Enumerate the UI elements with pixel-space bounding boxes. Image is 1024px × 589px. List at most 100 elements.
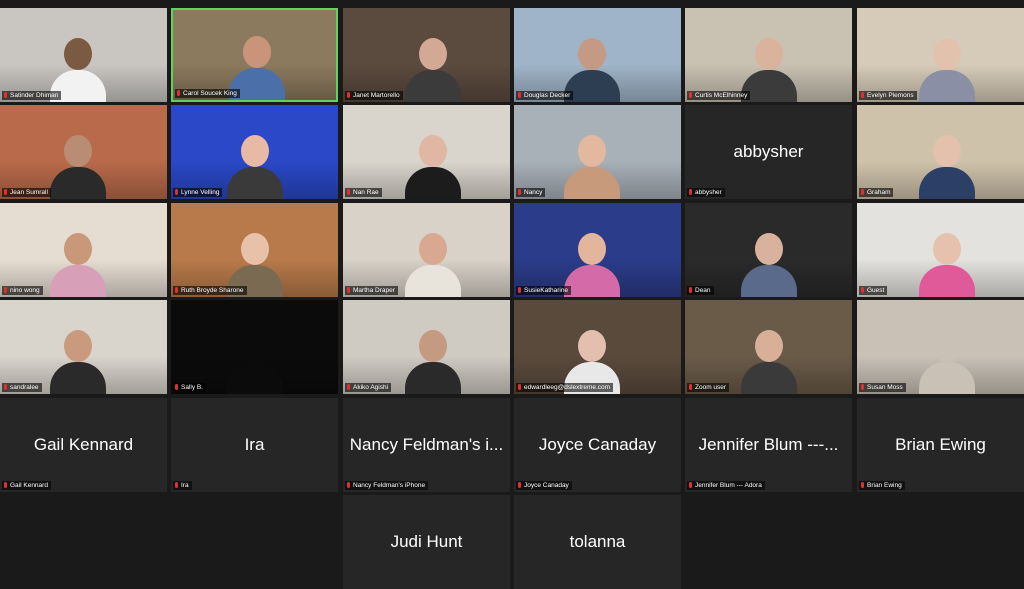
participant-tile[interactable]: Curtis McElhinney bbox=[685, 8, 852, 102]
participant-tile[interactable]: Satinder Dhiman bbox=[0, 8, 167, 102]
microphone-muted-icon bbox=[4, 189, 7, 195]
participant-silhouette bbox=[226, 330, 283, 394]
participant-silhouette bbox=[563, 135, 620, 199]
participant-name-label: Nancy bbox=[516, 188, 546, 197]
participant-silhouette bbox=[563, 233, 620, 297]
participant-tile[interactable]: Gail Kennard Gail Kennard bbox=[0, 398, 167, 492]
participant-name-label: Jennifer Blum --- Adora bbox=[687, 481, 765, 490]
participant-name-label: Carol Soucek King bbox=[175, 89, 240, 98]
participant-video bbox=[0, 203, 167, 297]
participant-name: Jennifer Blum --- Adora bbox=[695, 482, 762, 489]
participant-name-label: Dean bbox=[687, 286, 714, 295]
participant-tile[interactable]: Guest bbox=[857, 203, 1024, 297]
participant-name: SusieKatharine bbox=[524, 287, 569, 294]
microphone-muted-icon bbox=[347, 482, 350, 488]
participant-name: Guest bbox=[867, 287, 885, 294]
participant-name-label: Zoom user bbox=[687, 383, 730, 392]
microphone-muted-icon bbox=[518, 482, 521, 488]
participant-tile[interactable]: Douglas Decker bbox=[514, 8, 681, 102]
participant-name: Susan Moss bbox=[867, 384, 903, 391]
participant-name-label: Guest bbox=[859, 286, 888, 295]
participant-tile[interactable]: Nancy Feldman's i... Nancy Feldman's iPho… bbox=[343, 398, 510, 492]
participant-tile[interactable]: Susan Moss bbox=[857, 300, 1024, 394]
participant-tile[interactable]: Martha Draper bbox=[343, 203, 510, 297]
participant-tile[interactable]: Jean Sumrall bbox=[0, 105, 167, 199]
participant-name: Nancy bbox=[524, 189, 543, 196]
participant-tile[interactable]: Judi Hunt bbox=[343, 495, 510, 589]
microphone-muted-icon bbox=[861, 482, 864, 488]
microphone-muted-icon bbox=[4, 287, 7, 293]
microphone-muted-icon bbox=[347, 92, 350, 98]
microphone-muted-icon bbox=[689, 287, 692, 293]
participant-video bbox=[514, 203, 681, 297]
participant-tile[interactable]: Akiko Agishi bbox=[343, 300, 510, 394]
participant-name: Lynne Velling bbox=[181, 189, 220, 196]
participant-name: Gail Kennard bbox=[10, 482, 48, 489]
participant-tile[interactable]: Ruth Broyde Sharone bbox=[171, 203, 338, 297]
participant-tile[interactable]: tolanna bbox=[514, 495, 681, 589]
participant-name: Carol Soucek King bbox=[183, 90, 237, 97]
participant-tile[interactable]: Sally B. bbox=[171, 300, 338, 394]
participant-name-label: Brian Ewing bbox=[859, 481, 905, 490]
microphone-muted-icon bbox=[689, 189, 692, 195]
participant-tile[interactable]: Zoom user bbox=[685, 300, 852, 394]
microphone-muted-icon bbox=[861, 189, 864, 195]
participant-silhouette bbox=[404, 135, 461, 199]
participant-silhouette bbox=[404, 233, 461, 297]
microphone-muted-icon bbox=[861, 384, 864, 390]
participant-name-label: Akiko Agishi bbox=[345, 383, 392, 392]
participant-tile[interactable]: Janet Martorello bbox=[343, 8, 510, 102]
microphone-muted-icon bbox=[177, 90, 180, 96]
participant-silhouette bbox=[740, 233, 797, 297]
participant-tile[interactable]: Evelyn Plemons bbox=[857, 8, 1024, 102]
participant-tile[interactable]: Graham bbox=[857, 105, 1024, 199]
participant-silhouette bbox=[918, 330, 975, 394]
participant-name-label: Sally B. bbox=[173, 383, 207, 392]
participant-tile[interactable]: Jennifer Blum ---... Jennifer Blum --- Ad… bbox=[685, 398, 852, 492]
participant-tile[interactable]: nino wong bbox=[0, 203, 167, 297]
microphone-muted-icon bbox=[861, 287, 864, 293]
microphone-muted-icon bbox=[518, 189, 521, 195]
participant-name: Jean Sumrall bbox=[10, 189, 48, 196]
participant-video bbox=[857, 300, 1024, 394]
participant-name: Evelyn Plemons bbox=[867, 92, 914, 99]
participant-silhouette bbox=[49, 330, 106, 394]
participant-name-label: Susan Moss bbox=[859, 383, 906, 392]
participant-silhouette bbox=[740, 330, 797, 394]
participant-display-name: Jennifer Blum ---... bbox=[698, 435, 839, 454]
participant-tile[interactable]: abbysher abbysher bbox=[685, 105, 852, 199]
participant-tile[interactable]: Joyce Canaday Joyce Canaday bbox=[514, 398, 681, 492]
microphone-muted-icon bbox=[4, 92, 7, 98]
participant-tile[interactable]: Nan Rae bbox=[343, 105, 510, 199]
participant-tile[interactable]: Lynne Velling bbox=[171, 105, 338, 199]
participant-tile[interactable]: edwardleeg@dslextreme.com bbox=[514, 300, 681, 394]
participant-name: sandralee bbox=[10, 384, 39, 391]
participant-name-label: abbysher bbox=[687, 188, 725, 197]
participant-display-name: Judi Hunt bbox=[390, 532, 463, 551]
participant-name: Curtis McElhinney bbox=[695, 92, 748, 99]
participant-video bbox=[685, 8, 852, 102]
participant-video bbox=[0, 105, 167, 199]
participant-video bbox=[685, 203, 852, 297]
participant-tile[interactable]: sandralee bbox=[0, 300, 167, 394]
participant-tile[interactable]: Brian Ewing Brian Ewing bbox=[857, 398, 1024, 492]
participant-name-label: Douglas Decker bbox=[516, 91, 574, 100]
participant-video bbox=[514, 8, 681, 102]
participant-name-label: Janet Martorello bbox=[345, 91, 403, 100]
participant-name-label: nino wong bbox=[2, 286, 43, 295]
participant-name-label: Jean Sumrall bbox=[2, 188, 51, 197]
participant-video bbox=[343, 8, 510, 102]
participant-name: Graham bbox=[867, 189, 891, 196]
participant-name-label: Ruth Broyde Sharone bbox=[173, 286, 247, 295]
participant-name: Brian Ewing bbox=[867, 482, 902, 489]
participant-tile[interactable]: SusieKatharine bbox=[514, 203, 681, 297]
participant-name-label: Gail Kennard bbox=[2, 481, 51, 490]
participant-tile[interactable]: Carol Soucek King bbox=[171, 8, 338, 102]
microphone-muted-icon bbox=[4, 384, 7, 390]
participant-tile[interactable]: Dean bbox=[685, 203, 852, 297]
microphone-muted-icon bbox=[347, 189, 350, 195]
participant-video bbox=[857, 203, 1024, 297]
participant-tile[interactable]: Nancy bbox=[514, 105, 681, 199]
participant-video bbox=[0, 300, 167, 394]
participant-tile[interactable]: Ira Ira bbox=[171, 398, 338, 492]
